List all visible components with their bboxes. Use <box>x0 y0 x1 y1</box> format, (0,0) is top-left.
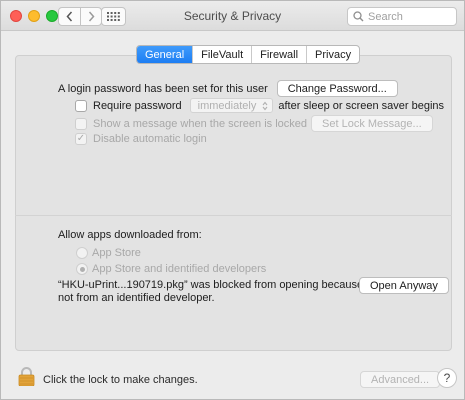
show-message-label: Show a message when the screen is locked <box>93 117 308 130</box>
login-password-text: A login password has been set for this u… <box>58 82 268 95</box>
chevron-left-icon <box>66 11 73 22</box>
preferences-window: Security & Privacy General FileVault Fir… <box>0 0 465 400</box>
tab-general[interactable]: General <box>137 46 193 63</box>
zoom-window-button[interactable] <box>46 10 58 22</box>
radio-app-store-row: App Store <box>76 246 141 260</box>
updown-chevron-icon <box>262 101 268 110</box>
chevron-right-icon <box>88 11 95 22</box>
blocked-message-line2: not from an identified developer. <box>58 292 215 304</box>
help-button[interactable]: ? <box>437 368 457 388</box>
blocked-message-line1: “HKU-uPrint...190719.pkg” was blocked fr… <box>58 279 383 291</box>
radio-identified-row: App Store and identified developers <box>76 262 266 276</box>
show-message-checkbox[interactable] <box>75 117 87 130</box>
radio-selected-dot <box>79 266 85 272</box>
require-password-delay-popup[interactable]: immediately <box>189 98 274 113</box>
change-password-button[interactable]: Change Password... <box>276 80 398 97</box>
checkmark-icon: ✓ <box>76 132 86 144</box>
set-lock-message-button[interactable]: Set Lock Message... <box>311 115 433 132</box>
tab-filevault[interactable]: FileVault <box>192 46 251 63</box>
advanced-button[interactable]: Advanced... <box>360 371 441 388</box>
after-sleep-text: after sleep or screen saver begins <box>278 99 445 112</box>
require-password-checkbox[interactable] <box>75 99 87 112</box>
tab-privacy[interactable]: Privacy <box>306 46 359 63</box>
radio-app-store-label: App Store <box>92 247 141 259</box>
disable-auto-login-checkbox[interactable]: ✓ <box>75 132 87 145</box>
show-all-button[interactable] <box>101 7 126 26</box>
search-input[interactable] <box>368 10 448 23</box>
minimize-window-button[interactable] <box>28 10 40 22</box>
tab-bar: General FileVault Firewall Privacy <box>136 45 361 64</box>
show-message-row: Show a message when the screen is locked… <box>75 115 433 132</box>
search-field[interactable] <box>347 7 457 26</box>
grid-icon <box>107 12 120 21</box>
require-password-row: Require password immediately after sleep… <box>75 98 444 113</box>
title-bar: Security & Privacy <box>1 1 464 31</box>
radio-app-store-identified-label: App Store and identified developers <box>92 263 267 275</box>
disable-auto-login-row: ✓ Disable automatic login <box>75 131 207 146</box>
lock-icon[interactable] <box>18 367 35 386</box>
login-password-row: A login password has been set for this u… <box>58 80 398 97</box>
disable-auto-login-label: Disable automatic login <box>93 132 207 145</box>
navigation-buttons <box>58 7 102 26</box>
back-button[interactable] <box>59 8 80 25</box>
lock-status-text: Click the lock to make changes. <box>43 374 198 386</box>
close-window-button[interactable] <box>10 10 22 22</box>
forward-button[interactable] <box>80 8 101 25</box>
radio-app-store-identified[interactable] <box>76 263 88 275</box>
require-password-delay-value: immediately <box>197 99 257 112</box>
require-password-label: Require password <box>93 99 182 112</box>
open-anyway-button[interactable]: Open Anyway <box>359 277 449 294</box>
tab-firewall[interactable]: Firewall <box>251 46 306 63</box>
allow-apps-heading: Allow apps downloaded from: <box>58 229 202 241</box>
section-divider <box>15 215 452 216</box>
radio-app-store[interactable] <box>76 247 88 259</box>
search-icon <box>353 11 364 22</box>
